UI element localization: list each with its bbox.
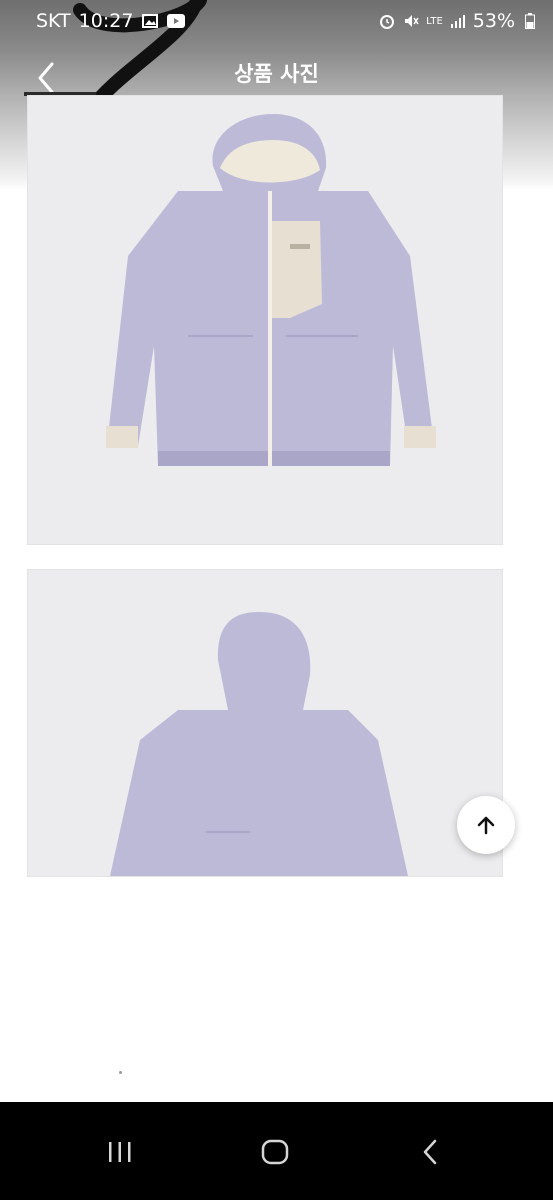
stray-dot (119, 1071, 122, 1074)
back-icon (423, 1139, 437, 1165)
youtube-icon (167, 12, 186, 30)
alarm-icon (378, 12, 396, 30)
carrier-label: SKT (36, 10, 71, 32)
battery-icon (521, 12, 539, 30)
gallery-icon (141, 12, 159, 30)
status-bar: SKT 10:27 LTE 53% (0, 0, 553, 44)
mute-icon (402, 12, 420, 30)
product-photo-front[interactable] (28, 96, 502, 544)
home-button[interactable] (245, 1132, 305, 1172)
product-photo-back[interactable] (28, 570, 502, 876)
time-label: 10:27 (78, 10, 134, 32)
jacket-front-image (106, 114, 436, 466)
signal-icon (449, 12, 467, 30)
recent-apps-icon (109, 1142, 131, 1162)
system-nav-bar (0, 1102, 553, 1200)
scroll-top-button[interactable] (457, 796, 515, 854)
jacket-back-image (110, 612, 408, 876)
home-icon (261, 1139, 289, 1165)
arrow-up-icon (477, 816, 495, 835)
recent-apps-button[interactable] (90, 1132, 150, 1172)
page-title: 상품 사진 (234, 62, 319, 86)
battery-label: 53% (472, 10, 515, 32)
system-back-button[interactable] (400, 1132, 460, 1172)
lte-icon: LTE (426, 15, 443, 27)
